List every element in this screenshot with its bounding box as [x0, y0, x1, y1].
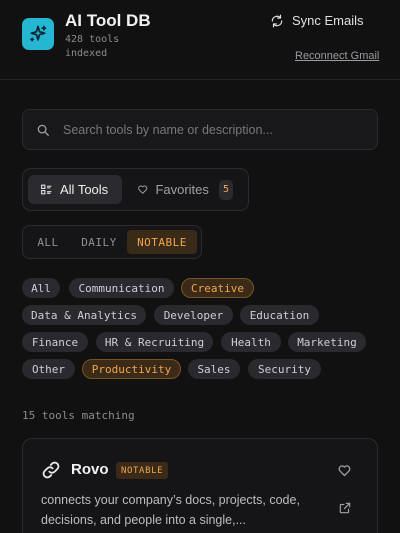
category-communication[interactable]: Communication [69, 278, 174, 298]
category-creative[interactable]: Creative [181, 278, 254, 298]
sync-emails-label: Sync Emails [292, 13, 364, 28]
filter-notable[interactable]: NOTABLE [127, 230, 197, 254]
tool-description: connects your company’s docs, projects, … [41, 493, 300, 527]
search-input[interactable] [63, 110, 363, 149]
tool-name[interactable]: Rovo [71, 461, 109, 478]
list-icon [41, 184, 52, 195]
link-icon [42, 461, 60, 479]
category-sales[interactable]: Sales [188, 359, 240, 379]
category-hr-recruiting[interactable]: HR & Recruiting [96, 332, 213, 352]
category-finance[interactable]: Finance [22, 332, 88, 352]
tools-indexed-count: 428 tools indexed [65, 34, 120, 59]
app-title: AI Tool DB [65, 11, 151, 30]
category-all[interactable]: All [22, 278, 60, 298]
favorites-count-badge: 5 [218, 179, 233, 200]
category-other[interactable]: Other [22, 359, 75, 379]
search-box [22, 109, 378, 150]
app-header: AI Tool DB 428 tools indexed Sync Emails… [0, 0, 400, 80]
view-tabs: All Tools Favorites 5 [22, 168, 249, 211]
frequency-filter: ALL DAILY NOTABLE [22, 225, 202, 259]
tab-all-tools[interactable]: All Tools [28, 175, 122, 204]
favorite-heart-icon[interactable] [337, 463, 352, 478]
heart-icon [138, 185, 148, 194]
tab-favorites[interactable]: Favorites 5 [125, 175, 245, 204]
sparkle-logo-icon [22, 18, 54, 50]
notable-tag: NOTABLE [116, 462, 169, 479]
refresh-icon [271, 14, 283, 27]
filter-daily[interactable]: DAILY [73, 230, 125, 254]
reconnect-gmail-link[interactable]: Reconnect Gmail [295, 50, 379, 62]
external-link-icon[interactable] [338, 501, 352, 515]
category-education[interactable]: Education [240, 305, 319, 325]
category-marketing[interactable]: Marketing [288, 332, 366, 352]
category-productivity[interactable]: Productivity [82, 359, 181, 379]
tool-card[interactable]: Rovo NOTABLE connects your company’s doc… [22, 438, 378, 533]
filter-all[interactable]: ALL [27, 230, 69, 254]
category-developer[interactable]: Developer [154, 305, 233, 325]
search-icon [37, 124, 49, 136]
category-security[interactable]: Security [248, 359, 321, 379]
category-data-analytics[interactable]: Data & Analytics [22, 305, 146, 325]
tab-all-tools-label: All Tools [60, 182, 109, 197]
tab-favorites-label: Favorites [155, 182, 209, 197]
sync-emails-button[interactable]: Sync Emails [270, 13, 364, 28]
category-health[interactable]: Health [221, 332, 281, 352]
results-count: 15 tools matching [22, 409, 135, 422]
